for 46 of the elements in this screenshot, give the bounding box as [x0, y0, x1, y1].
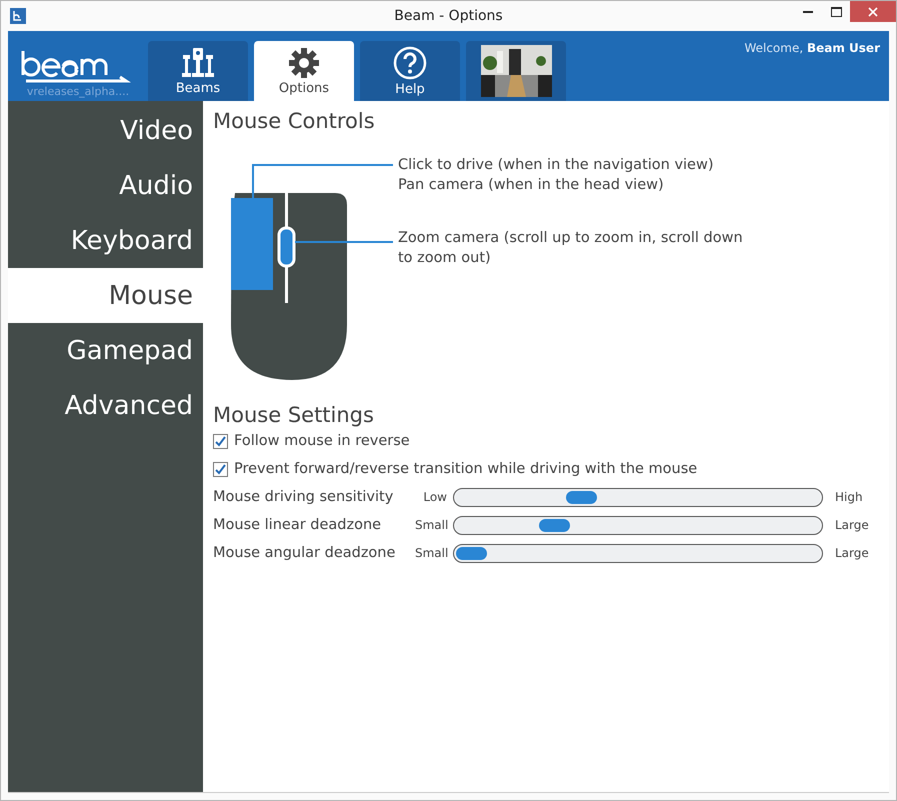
app-icon [10, 8, 26, 24]
slider-track[interactable] [453, 544, 823, 562]
checkbox[interactable] [213, 434, 228, 448]
nav-tab[interactable]: Options [254, 41, 354, 101]
sidebar-item[interactable]: Audio [8, 158, 203, 213]
checkbox[interactable] [213, 462, 228, 476]
sidebar-item[interactable]: Gamepad [8, 323, 203, 378]
nav-tab[interactable]: Beams [148, 41, 248, 101]
slider-label: Mouse linear deadzone [213, 517, 382, 533]
camera-tab[interactable] [466, 41, 566, 101]
minimize-icon [803, 10, 813, 13]
section-title: Mouse Settings [213, 403, 375, 427]
close-icon [868, 6, 878, 16]
close-button[interactable] [850, 1, 896, 22]
sidebar-item[interactable]: Video [8, 103, 203, 158]
slider-label: Mouse driving sensitivity [213, 489, 394, 505]
nav-tab[interactable]: Help [360, 41, 460, 101]
maximize-icon [830, 6, 842, 16]
checkmark-icon [215, 436, 226, 446]
server-name: vreleases_alpha.... [26, 85, 130, 98]
section-title: Mouse Controls [213, 109, 376, 133]
welcome-text: Welcome, Beam User [744, 41, 880, 55]
checkbox-label: Follow mouse in reverse [234, 433, 410, 449]
slider-min-label: Low [422, 490, 448, 504]
slider-track[interactable] [453, 516, 823, 534]
checkbox-label: Prevent forward/reverse transition while driving with the mouse [234, 461, 698, 477]
sidebar-item[interactable]: Keyboard [8, 213, 203, 268]
slider-thumb[interactable] [539, 518, 570, 532]
help-icon [393, 46, 427, 80]
callout-text: Zoom camera (scroll up to zoom in, scroll down to zoom out) [398, 229, 744, 268]
sidebar-item[interactable]: Mouse [8, 268, 203, 323]
slider-max-label: High [834, 490, 864, 504]
window-title: Beam - Options [394, 8, 503, 24]
callout-text: Click to drive (when in the navigation view) Pan camera (when in the head view) [398, 156, 714, 195]
slider-min-label: Small [414, 518, 450, 532]
slider-thumb[interactable] [456, 546, 487, 560]
robots-icon [179, 46, 217, 78]
slider-label: Mouse angular deadzone [213, 545, 396, 561]
sidebar-item[interactable]: Advanced [8, 378, 203, 433]
settings-icon [288, 46, 320, 78]
slider-thumb[interactable] [566, 490, 597, 504]
slider-min-label: Small [414, 546, 450, 560]
checkmark-icon [215, 464, 226, 474]
slider-max-label: Large [834, 546, 870, 560]
slider-max-label: Large [834, 518, 870, 532]
slider-track[interactable] [453, 488, 823, 506]
